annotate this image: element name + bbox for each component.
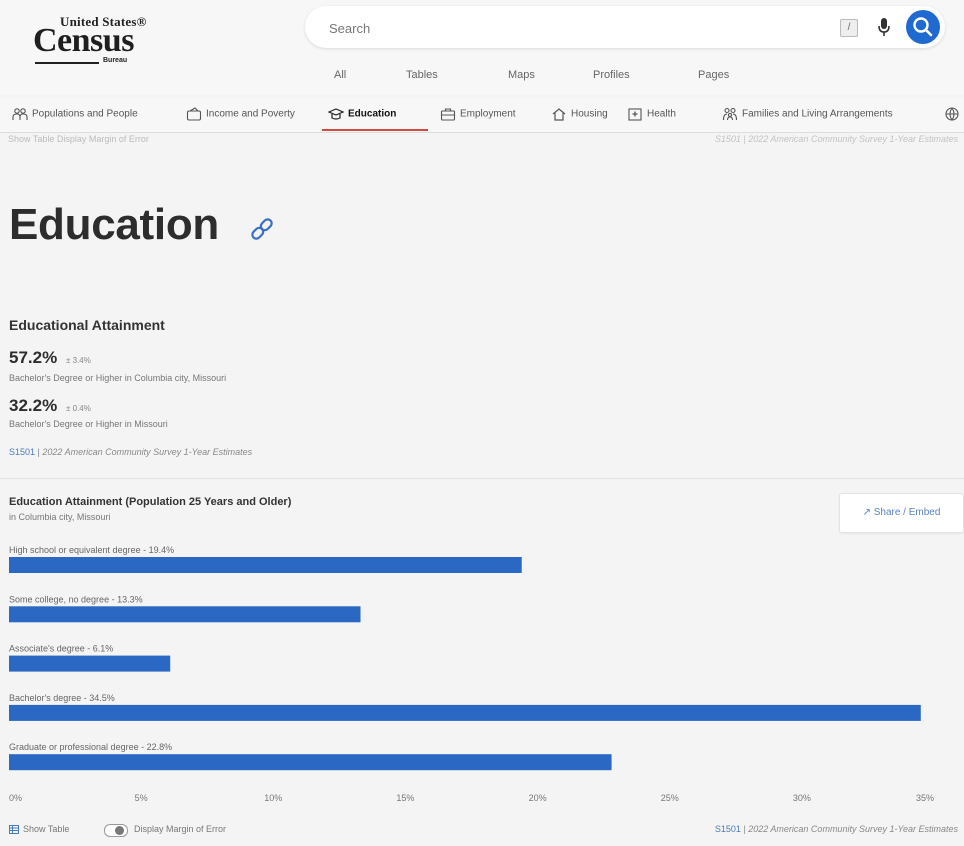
scope-tab-maps[interactable]: Maps	[508, 69, 535, 81]
x-tick-label: 15%	[396, 793, 414, 803]
logo-rule	[35, 62, 99, 64]
graduation-cap-icon	[328, 108, 344, 120]
topic-label: Employment	[460, 108, 516, 120]
topic-label: Income and Poverty	[206, 108, 295, 120]
margin-of-error-toggle[interactable]	[104, 824, 128, 837]
share-embed-button[interactable]: ↗ Share / Embed	[839, 493, 964, 533]
faint-right-text: S1501 | 2022 American Community Survey 1…	[714, 134, 958, 144]
search-bar: /	[305, 6, 945, 48]
show-table-button[interactable]: Show Table	[9, 824, 70, 835]
chart-subtitle: in Columbia city, Missouri	[9, 512, 111, 522]
bar-label: Bachelor's degree - 34.5%	[9, 693, 115, 703]
source-citation: S1501 | 2022 American Community Survey 1…	[9, 447, 252, 457]
search-scope-tabs: All Tables Maps Profiles Pages	[0, 69, 964, 87]
footer-source-description: 2022 American Community Survey 1-Year Es…	[748, 824, 958, 834]
active-tab-underline	[322, 129, 428, 131]
source-link[interactable]: S1501	[9, 447, 35, 457]
bar[interactable]	[9, 655, 171, 672]
x-tick-label: 0%	[9, 793, 22, 803]
topic-families-and-living-arrangements[interactable]: Families and Living Arrangements	[722, 107, 893, 127]
stat-desc-missouri: Bachelor's Degree or Higher in Missouri	[9, 419, 168, 429]
bar[interactable]	[9, 557, 522, 573]
scope-tab-tables[interactable]: Tables	[406, 69, 438, 81]
topic-health[interactable]: Health	[627, 107, 676, 127]
site-header: United States® Census Bureau / All Table…	[0, 0, 964, 95]
scope-tab-pages[interactable]: Pages	[698, 69, 729, 81]
bar-label: High school or equivalent degree - 19.4%	[9, 545, 174, 555]
x-tick-label: 20%	[529, 793, 547, 803]
keyboard-shortcut-icon: /	[840, 19, 858, 37]
scope-tab-profiles[interactable]: Profiles	[593, 69, 630, 81]
table-icon	[9, 825, 19, 835]
microphone-icon[interactable]	[877, 17, 891, 37]
briefcase-icon	[440, 108, 456, 121]
chart-footer: Show Table Display Margin of Error S1501…	[0, 822, 964, 842]
source-description: 2022 American Community Survey 1-Year Es…	[42, 447, 253, 457]
topic-nav: Populations and People Income and Povert…	[0, 98, 964, 133]
page-title: Education	[9, 200, 219, 249]
hospital-icon	[628, 108, 642, 121]
stat-moe-columbia: ± 3.4%	[66, 356, 91, 365]
house-icon	[552, 108, 566, 121]
topic-housing[interactable]: Housing	[551, 107, 608, 127]
topic-label: Housing	[571, 108, 608, 120]
bar[interactable]	[9, 704, 921, 721]
search-icon	[913, 17, 933, 37]
topic-label: Populations and People	[32, 108, 138, 120]
search-button[interactable]	[906, 10, 940, 44]
x-tick-label: 35%	[916, 793, 934, 803]
bar[interactable]	[9, 754, 612, 771]
stat-moe-missouri: ± 0.4%	[66, 404, 91, 413]
topic-label: Health	[647, 108, 676, 120]
people-icon	[12, 108, 28, 120]
footer-source-link[interactable]: S1501	[715, 824, 741, 834]
scope-tab-all[interactable]: All	[334, 69, 346, 81]
stat-value-missouri: 32.2%	[9, 396, 58, 415]
faint-overlay-text: Show Table Display Margin of Error S1501…	[8, 134, 958, 146]
toggle-knob	[115, 826, 124, 835]
stat-desc-columbia: Bachelor's Degree or Higher in Columbia …	[9, 373, 227, 383]
show-table-label: Show Table	[23, 824, 70, 834]
search-input[interactable]	[327, 17, 811, 39]
bar-label: Some college, no degree - 13.3%	[9, 594, 143, 604]
stat-value-columbia: 57.2%	[9, 348, 58, 367]
section-divider	[0, 478, 964, 479]
topic-income-and-poverty[interactable]: Income and Poverty	[186, 107, 295, 127]
bar-label: Graduate or professional degree - 22.8%	[9, 742, 172, 752]
faint-left-text: Show Table Display Margin of Error	[8, 134, 149, 144]
topic-employment[interactable]: Employment	[440, 107, 516, 127]
census-logo[interactable]: United States® Census Bureau	[33, 14, 163, 70]
topic-label: Families and Living Arrangements	[742, 108, 893, 120]
link-icon[interactable]	[247, 214, 277, 244]
section-title: Educational Attainment	[9, 317, 165, 333]
bar[interactable]	[9, 606, 361, 623]
logo-bureau-text: Bureau	[103, 57, 128, 64]
globe-icon[interactable]	[944, 107, 960, 121]
x-tick-label: 10%	[264, 793, 282, 803]
education-attainment-chart: High school or equivalent degree - 19.4%…	[9, 545, 934, 803]
x-tick-label: 30%	[793, 793, 811, 803]
wallet-icon	[186, 107, 202, 121]
bar-label: Associate's degree - 6.1%	[9, 644, 113, 654]
footer-source: S1501 | 2022 American Community Survey 1…	[715, 824, 958, 834]
chart-title: Education Attainment (Population 25 Year…	[9, 496, 292, 508]
margin-of-error-label: Display Margin of Error	[134, 824, 227, 834]
topic-populations-and-people[interactable]: Populations and People	[12, 107, 138, 127]
logo-main-text: Census	[33, 22, 134, 59]
topic-label: Education	[348, 108, 397, 120]
topic-education[interactable]: Education	[328, 107, 396, 127]
x-tick-label: 5%	[135, 793, 148, 803]
x-tick-label: 25%	[661, 793, 679, 803]
family-icon	[722, 107, 738, 121]
